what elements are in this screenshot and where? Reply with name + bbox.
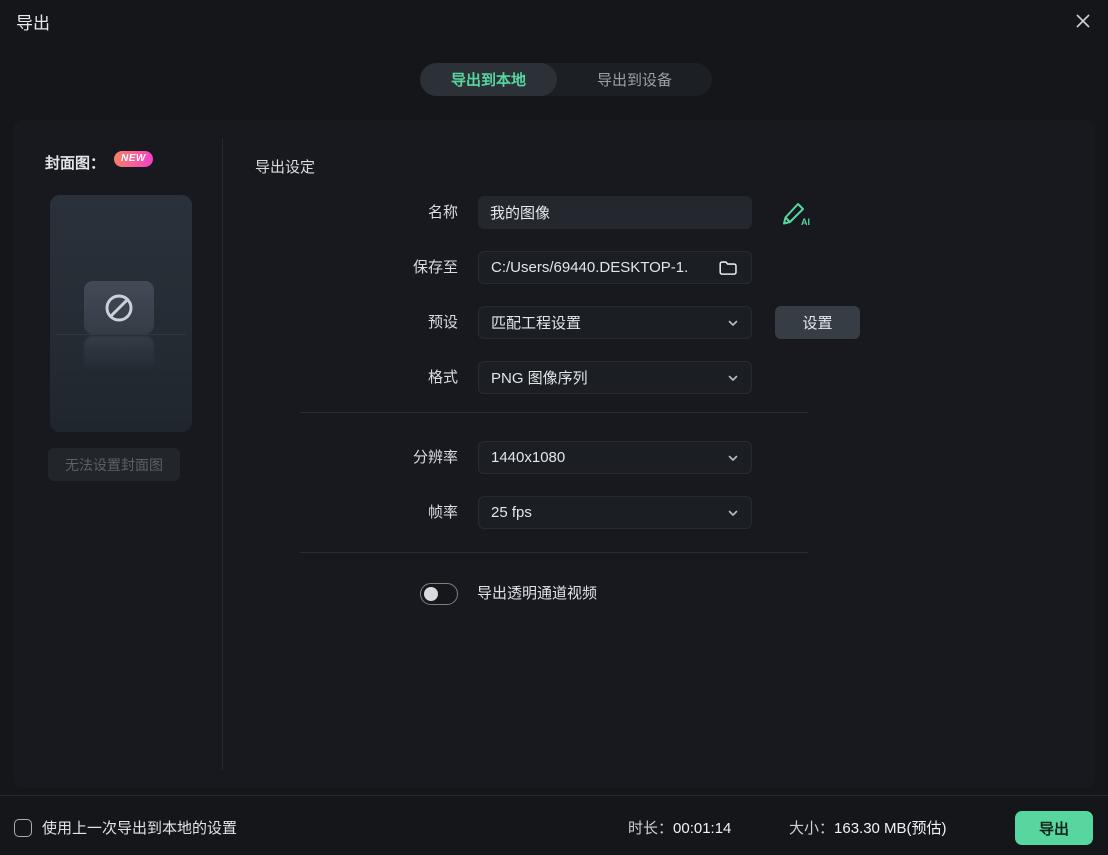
- vertical-divider: [222, 138, 223, 770]
- browse-folder-button[interactable]: [717, 257, 739, 279]
- svg-text:AI: AI: [801, 217, 810, 227]
- ai-pencil-icon: AI: [778, 197, 810, 229]
- size-stat: 大小：163.30 MB(预估): [789, 819, 947, 838]
- duration-value: 00:01:14: [673, 820, 731, 837]
- footer-divider: [0, 795, 1108, 796]
- framerate-label: 帧率: [338, 496, 458, 529]
- section-divider: [300, 552, 808, 553]
- resolution-dropdown[interactable]: 1440x1080: [478, 441, 752, 474]
- duration-label: 时长：: [628, 820, 673, 837]
- export-dialog: 导出 导出到本地 导出到设备 封面图： NEW 无法设置封面图 导出设定: [0, 0, 1108, 855]
- section-divider: [300, 412, 808, 413]
- size-label: 大小：: [789, 820, 834, 837]
- prohibited-icon: [103, 292, 135, 324]
- prohibited-icon-box: [84, 281, 154, 334]
- size-value: 163.30 MB(预估): [834, 820, 947, 837]
- folder-icon: [717, 257, 739, 279]
- export-target-tabs: 导出到本地 导出到设备: [420, 63, 712, 96]
- toggle-knob: [424, 587, 438, 601]
- thumb-floor-line: [56, 334, 186, 335]
- close-button[interactable]: [1070, 8, 1096, 34]
- preset-value: 匹配工程设置: [491, 312, 719, 333]
- name-label: 名称: [338, 196, 458, 229]
- cover-image-label: 封面图：: [45, 152, 105, 173]
- save-path-value: C:/Users/69440.DESKTOP-1.: [491, 259, 711, 276]
- preset-dropdown[interactable]: 匹配工程设置: [478, 306, 752, 339]
- chevron-down-icon: [727, 452, 739, 464]
- new-badge: NEW: [114, 151, 153, 167]
- use-last-settings-checkbox[interactable]: [14, 819, 32, 837]
- tab-export-local[interactable]: 导出到本地: [420, 63, 557, 96]
- close-icon: [1075, 13, 1091, 29]
- resolution-value: 1440x1080: [491, 449, 719, 466]
- cover-unavailable-button[interactable]: 无法设置封面图: [48, 448, 180, 481]
- duration-stat: 时长：00:01:14: [628, 819, 731, 838]
- framerate-dropdown[interactable]: 25 fps: [478, 496, 752, 529]
- resolution-label: 分辨率: [338, 441, 458, 474]
- save-path-field[interactable]: C:/Users/69440.DESKTOP-1.: [478, 251, 752, 284]
- alpha-toggle-label: 导出透明通道视频: [477, 583, 597, 605]
- cover-image-preview: [50, 195, 192, 432]
- chevron-down-icon: [727, 372, 739, 384]
- preset-settings-button[interactable]: 设置: [775, 306, 860, 339]
- ai-rename-button[interactable]: AI: [778, 197, 810, 229]
- name-input[interactable]: [478, 196, 752, 229]
- format-value: PNG 图像序列: [491, 367, 719, 388]
- export-button[interactable]: 导出: [1015, 811, 1093, 845]
- export-settings-panel: 封面图： NEW 无法设置封面图 导出设定 名称 AI: [13, 120, 1095, 788]
- format-label: 格式: [338, 361, 458, 394]
- framerate-value: 25 fps: [491, 504, 719, 521]
- tab-export-device[interactable]: 导出到设备: [557, 63, 712, 96]
- icon-reflection: [84, 336, 154, 372]
- use-last-settings-label: 使用上一次导出到本地的设置: [42, 819, 237, 838]
- form-header: 导出设定: [255, 156, 315, 177]
- chevron-down-icon: [727, 317, 739, 329]
- preset-label: 预设: [338, 306, 458, 339]
- dialog-title: 导出: [16, 9, 50, 34]
- chevron-down-icon: [727, 507, 739, 519]
- alpha-toggle[interactable]: [420, 583, 458, 605]
- format-dropdown[interactable]: PNG 图像序列: [478, 361, 752, 394]
- save-to-label: 保存至: [338, 251, 458, 284]
